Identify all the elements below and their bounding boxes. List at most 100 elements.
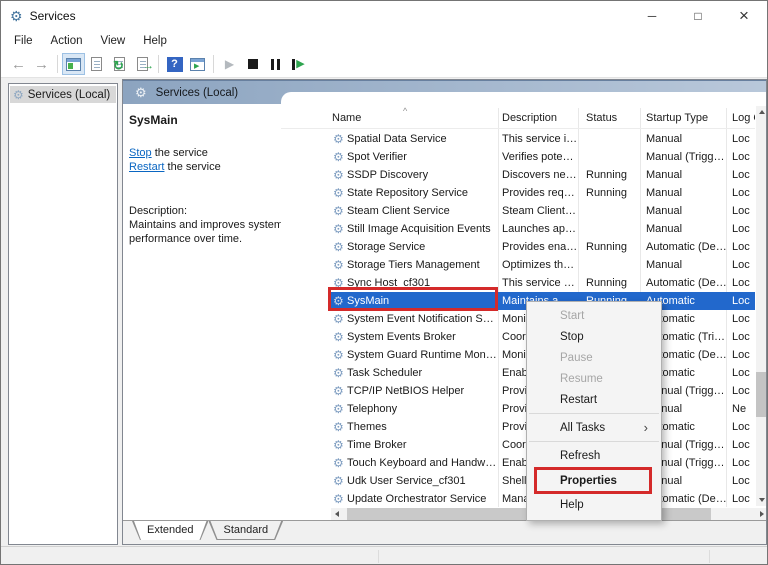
stop-service-link[interactable]: Stop — [129, 147, 152, 159]
taskpad-header-title: Services (Local) — [156, 87, 238, 99]
vertical-scroll-thumb[interactable] — [756, 372, 767, 417]
service-gear-icon: ⚙ — [331, 493, 347, 505]
properties-toolbar-button[interactable] — [85, 53, 108, 75]
show-taskpad-button[interactable]: ▶ — [186, 53, 209, 75]
tree-item-services-local[interactable]: ⚙ Services (Local) — [10, 86, 116, 103]
scroll-up-icon[interactable] — [759, 110, 765, 114]
start-service-button[interactable]: ▶ — [218, 53, 241, 75]
submenu-arrow-icon: › — [644, 421, 648, 434]
column-header-status[interactable]: Status — [586, 112, 638, 124]
service-gear-icon: ⚙ — [331, 169, 347, 181]
service-gear-icon: ⚙ — [331, 187, 347, 199]
title-bar: ⚙ Services ─ □ × — [1, 1, 767, 31]
cell-log-on-as: Loc — [726, 421, 755, 433]
service-gear-icon: ⚙ — [331, 439, 347, 451]
table-row[interactable]: ⚙SSDP DiscoveryDiscovers ne…RunningManua… — [331, 166, 755, 184]
cell-name: Steam Client Service — [347, 205, 498, 217]
scroll-right-icon[interactable] — [760, 511, 764, 517]
service-gear-icon: ⚙ — [331, 457, 347, 469]
table-row[interactable]: ⚙Storage Tiers ManagementOptimizes th…Ma… — [331, 256, 755, 274]
toolbar-separator — [213, 55, 214, 73]
service-gear-icon: ⚙ — [331, 331, 347, 343]
context-menu-item-properties[interactable]: Properties — [527, 467, 661, 494]
table-row[interactable]: ⚙Spot VerifierVerifies pote…Manual (Trig… — [331, 148, 755, 166]
column-header-name[interactable]: Name — [332, 112, 492, 124]
cell-name: Update Orchestrator Service — [347, 493, 498, 505]
scroll-left-icon[interactable] — [335, 511, 339, 517]
forward-button[interactable]: → — [30, 53, 53, 75]
service-gear-icon: ⚙ — [331, 349, 347, 361]
cell-description: This service i… — [498, 133, 578, 145]
list-header: ^ Name Description Status Startup Type L… — [281, 106, 755, 129]
context-menu-item-restart[interactable]: Restart — [527, 389, 661, 410]
stop-icon — [248, 59, 258, 69]
column-header-log-on-as[interactable]: Log On As — [732, 112, 755, 124]
toolbar-separator — [158, 55, 159, 73]
tab-extended[interactable]: Extended — [132, 521, 208, 540]
menu-bar: FileActionViewHelp — [1, 31, 767, 51]
menubar-item-help[interactable]: Help — [134, 33, 176, 49]
tab-standard-label: Standard — [223, 524, 268, 536]
service-gear-icon: ⚙ — [331, 313, 347, 325]
restart-service-button[interactable]: ▶ — [287, 53, 310, 75]
back-button[interactable]: ← — [7, 53, 30, 75]
help-button[interactable]: ? — [163, 53, 186, 75]
sysmain-highlight-box — [328, 287, 498, 311]
pause-icon — [271, 59, 280, 70]
cell-name: System Events Broker — [347, 331, 498, 343]
service-gear-icon: ⚙ — [331, 385, 347, 397]
cell-startup-type: Manual — [640, 205, 726, 217]
column-header-startup-type[interactable]: Startup Type — [646, 112, 724, 124]
table-row[interactable]: ⚙State Repository ServiceProvides req…Ru… — [331, 184, 755, 202]
cell-description: This service … — [498, 277, 578, 289]
services-pane: ⚙ Services (Local) SysMain Stop the serv… — [122, 79, 767, 545]
service-gear-icon: ⚙ — [331, 403, 347, 415]
taskpad-description-panel: SysMain Stop the service Restart the ser… — [123, 104, 281, 520]
table-row[interactable]: ⚙Storage ServiceProvides ena…RunningAuto… — [331, 238, 755, 256]
vertical-scrollbar[interactable] — [756, 106, 767, 506]
cell-description: Launches ap… — [498, 223, 578, 235]
column-header-description[interactable]: Description — [502, 112, 574, 124]
menubar-item-action[interactable]: Action — [42, 33, 92, 49]
close-button[interactable]: × — [721, 1, 767, 31]
context-menu: StartStopPauseResumeRestartAll Tasks›Ref… — [526, 301, 662, 521]
cell-log-on-as: Loc — [726, 349, 755, 361]
context-menu-item-stop[interactable]: Stop — [527, 326, 661, 347]
table-row[interactable]: ⚙Still Image Acquisition EventsLaunches … — [331, 220, 755, 238]
refresh-button[interactable]: ↻ — [108, 53, 131, 75]
tab-standard[interactable]: Standard — [208, 521, 283, 540]
context-menu-item-refresh[interactable]: Refresh — [527, 445, 661, 467]
service-gear-icon: ⚙ — [331, 259, 347, 271]
minimize-button[interactable]: ─ — [629, 1, 675, 31]
context-menu-item-help[interactable]: Help — [527, 494, 661, 516]
table-row[interactable]: ⚙Steam Client ServiceSteam Client…Manual… — [331, 202, 755, 220]
restart-icon: ▶ — [292, 59, 304, 70]
cell-name: System Event Notification S… — [347, 313, 498, 325]
table-row[interactable]: ⚙Spatial Data ServiceThis service i…Manu… — [331, 130, 755, 148]
pause-service-button[interactable] — [264, 53, 287, 75]
restart-service-link[interactable]: Restart — [129, 161, 164, 173]
show-console-tree-button[interactable] — [62, 53, 85, 75]
export-list-icon: → — [137, 57, 148, 71]
context-menu-item-start: Start — [527, 305, 661, 326]
cell-log-on-as: Loc — [726, 367, 755, 379]
cell-name: SSDP Discovery — [347, 169, 498, 181]
app-gear-icon: ⚙ — [10, 9, 23, 23]
description-label: Description: — [129, 204, 281, 218]
export-list-button[interactable]: → — [131, 53, 154, 75]
cell-name: System Guard Runtime Mon… — [347, 349, 498, 361]
cell-log-on-as: Loc — [726, 205, 755, 217]
stop-service-button[interactable] — [241, 53, 264, 75]
service-gear-icon: ⚙ — [331, 205, 347, 217]
menubar-item-file[interactable]: File — [5, 33, 42, 49]
cell-log-on-as: Loc — [726, 277, 755, 289]
cell-startup-type: Manual — [640, 187, 726, 199]
menubar-item-view[interactable]: View — [92, 33, 135, 49]
maximize-button[interactable]: □ — [675, 1, 721, 31]
scroll-down-icon[interactable] — [759, 498, 765, 502]
toolbar-separator — [57, 55, 58, 73]
cell-log-on-as: Loc — [726, 241, 755, 253]
context-menu-item-all-tasks[interactable]: All Tasks› — [527, 417, 661, 438]
cell-startup-type: Manual — [640, 223, 726, 235]
cell-log-on-as: Loc — [726, 259, 755, 271]
